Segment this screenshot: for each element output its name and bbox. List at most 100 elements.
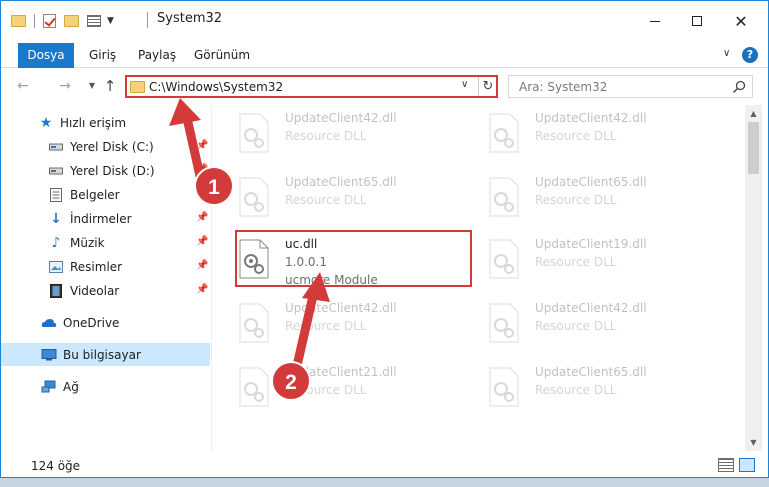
pictures-icon [48,259,64,275]
drive-icon [48,139,64,155]
ribbon-tabs: Dosya Giriş Paylaş Görünüm ∨ [1,43,768,68]
back-button[interactable]: ← [15,78,31,94]
file-tile[interactable]: UpdateClient42.dll Resource DLL [225,295,465,351]
music-icon: ♪ [51,234,61,251]
file-tile[interactable]: UpdateClient21.dll Resource DLL [225,359,465,415]
search-input[interactable]: Ara: System32 [519,80,607,94]
sidebar-item-network[interactable]: Ağ [1,375,210,398]
qat-separator [34,14,35,28]
sidebar-item-label: Bu bilgisayar [63,347,141,362]
search-icon[interactable] [732,80,746,94]
sidebar-item-disk-d[interactable]: Yerel Disk (D:) 📌 [1,159,210,182]
dll-file-icon [239,367,269,407]
uc-dll-highlight-box [235,230,472,287]
tab-file[interactable]: Dosya [18,43,74,68]
window-title: System32 [157,11,223,26]
pin-icon: 📌 [196,164,209,175]
address-separator [478,77,479,96]
sidebar-item-videos[interactable]: Videolar 📌 [1,279,210,302]
dll-file-icon [489,239,519,279]
dll-file-icon [239,113,269,153]
search-box[interactable]: Ara: System32 [508,75,753,98]
file-description: Resource DLL [285,319,367,333]
documents-icon [48,187,64,203]
file-description: Resource DLL [535,319,617,333]
sidebar-item-pictures[interactable]: Resimler 📌 [1,255,210,278]
help-icon[interactable]: ? [742,47,758,63]
status-bar: 124 öğe [1,452,768,477]
file-description: Resource DLL [535,129,617,143]
scroll-thumb[interactable] [748,122,759,174]
sidebar-item-documents[interactable]: Belgeler 📌 [1,183,210,206]
close-button[interactable]: ✕ [718,1,764,41]
file-tile[interactable]: UpdateClient19.dll Resource DLL [475,231,715,287]
minimize-icon [650,20,660,22]
folder-icon [130,81,145,93]
file-description: Resource DLL [535,193,617,207]
sidebar-item-label: Yerel Disk (C:) [70,139,154,154]
customize-icon[interactable] [87,15,101,27]
recent-locations-icon[interactable]: ▼ [84,78,100,94]
sidebar-item-quick-access[interactable]: ★ Hızlı erişim [1,111,210,134]
qat-dropdown-icon[interactable]: ▼ [107,16,114,26]
expand-ribbon-icon[interactable]: ∨ [723,48,730,59]
dll-file-icon [489,367,519,407]
new-folder-icon[interactable] [64,15,79,27]
file-tile[interactable]: UpdateClient65.dll Resource DLL [475,169,715,225]
file-tile[interactable]: UpdateClient65.dll Resource DLL [225,169,465,225]
quick-access-toolbar: ▼ [11,14,114,28]
item-count: 124 öğe [31,459,81,473]
tiles-view-icon[interactable] [739,458,755,472]
vertical-scrollbar[interactable]: ▲ ▼ [745,105,762,451]
tab-view[interactable]: Görünüm [194,43,250,68]
file-tile[interactable]: UpdateClient42.dll Resource DLL [225,105,465,161]
pin-icon: 📌 [196,236,209,247]
forward-button[interactable]: → [57,78,73,94]
drive-icon [48,163,64,179]
refresh-icon[interactable]: ↻ [480,77,496,96]
address-path[interactable]: C:\Windows\System32 [149,80,283,94]
pin-icon: 📌 [196,188,209,199]
folder-icon[interactable] [11,15,26,27]
maximize-button[interactable] [674,1,720,41]
properties-check-icon[interactable] [43,14,56,28]
file-description: Resource DLL [285,383,367,397]
sidebar-item-downloads[interactable]: ↓ İndirmeler 📌 [1,207,210,230]
details-view-icon[interactable] [718,458,734,472]
file-name: UpdateClient21.dll [285,365,397,379]
scroll-up-icon[interactable]: ▲ [745,105,762,122]
file-tile[interactable]: UpdateClient42.dll Resource DLL [475,105,715,161]
file-name: UpdateClient65.dll [535,365,647,379]
file-tile[interactable]: UpdateClient65.dll Resource DLL [475,359,715,415]
address-dropdown-icon[interactable]: ∨ [461,79,468,90]
sidebar-item-this-pc[interactable]: Bu bilgisayar [1,343,210,366]
sidebar-item-label: Videolar [70,283,120,298]
pin-icon: 📌 [196,260,209,271]
up-button[interactable]: ↑ [102,78,118,94]
sidebar-item-label: Yerel Disk (D:) [70,163,155,178]
star-icon: ★ [39,114,53,131]
sidebar-item-label: Hızlı erişim [60,115,127,130]
navigation-pane: ★ Hızlı erişim Yerel Disk (C:) 📌 Yerel D… [1,105,212,451]
pin-icon: 📌 [196,284,209,295]
sidebar-item-onedrive[interactable]: OneDrive [1,311,210,334]
videos-icon [48,283,64,299]
tab-share[interactable]: Paylaş [138,43,176,68]
cloud-icon [41,315,57,331]
sidebar-item-disk-c[interactable]: Yerel Disk (C:) 📌 [1,135,210,158]
address-bar[interactable]: C:\Windows\System32 ∨ ↻ [125,75,498,98]
navigation-bar: ← → ▼ ↑ C:\Windows\System32 ∨ ↻ Ara: Sys… [1,69,768,103]
minimize-button[interactable] [632,1,678,41]
close-icon: ✕ [734,11,748,31]
dll-file-icon [239,303,269,343]
pin-icon: 📌 [196,212,209,223]
tab-home[interactable]: Giriş [89,43,116,68]
file-description: Resource DLL [535,383,617,397]
scroll-down-icon[interactable]: ▼ [745,434,762,451]
sidebar-item-music[interactable]: ♪ Müzik 📌 [1,231,210,254]
file-name: UpdateClient42.dll [535,111,647,125]
file-name: UpdateClient65.dll [535,175,647,189]
sidebar-item-label: Resimler [70,259,123,274]
file-description: Resource DLL [285,129,367,143]
file-tile[interactable]: UpdateClient42.dll Resource DLL [475,295,715,351]
